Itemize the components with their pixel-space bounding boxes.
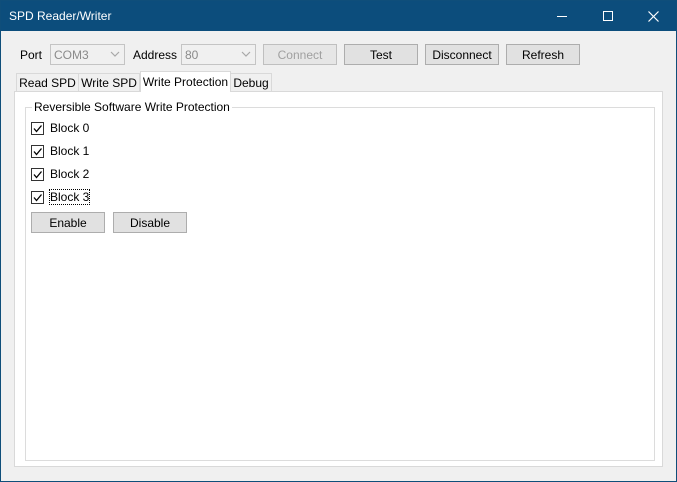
app-window: SPD Reader/Writer Port COM3 Address 80 C… (0, 0, 677, 482)
close-button[interactable] (630, 1, 676, 31)
connect-button[interactable]: Connect (263, 44, 337, 65)
chevron-down-icon (110, 51, 120, 57)
checkmark-icon (33, 124, 42, 133)
checkbox-box (31, 167, 44, 181)
block-0-label: Block 0 (50, 121, 90, 135)
port-select[interactable]: COM3 (50, 44, 125, 65)
disable-button[interactable]: Disable (113, 212, 187, 233)
checkbox-box (31, 144, 44, 158)
refresh-button[interactable]: Refresh (506, 44, 580, 65)
block-1-checkbox[interactable]: Block 1 (31, 143, 89, 159)
block-1-label: Block 1 (50, 144, 90, 158)
write-protection-tab-page: Reversible Software Write Protection Blo… (14, 91, 663, 467)
chevron-down-icon (241, 51, 251, 57)
tab-read-spd[interactable]: Read SPD (16, 73, 79, 91)
minimize-button[interactable] (539, 1, 585, 31)
block-2-label: Block 2 (50, 167, 90, 181)
block-3-checkbox[interactable]: Block 3 (31, 189, 91, 205)
title-bar[interactable]: SPD Reader/Writer (1, 1, 676, 31)
block-0-checkbox[interactable]: Block 0 (31, 120, 89, 136)
tab-write-spd[interactable]: Write SPD (78, 73, 140, 91)
block-3-label: Block 3 (48, 189, 91, 205)
port-value: COM3 (54, 48, 89, 62)
checkbox-box (31, 190, 44, 204)
groupbox-title: Reversible Software Write Protection (32, 100, 232, 114)
enable-button[interactable]: Enable (31, 212, 105, 233)
write-protection-groupbox: Reversible Software Write Protection Blo… (25, 100, 655, 461)
minimize-icon (557, 16, 567, 17)
close-icon (647, 10, 659, 22)
checkmark-icon (33, 170, 42, 179)
checkbox-box (31, 121, 44, 135)
block-2-checkbox[interactable]: Block 2 (31, 166, 89, 182)
test-button[interactable]: Test (344, 44, 418, 65)
address-label: Address (133, 48, 178, 62)
disconnect-button[interactable]: Disconnect (425, 44, 499, 65)
checkmark-icon (33, 147, 42, 156)
window-title: SPD Reader/Writer (9, 9, 112, 23)
checkmark-icon (33, 193, 42, 202)
address-select[interactable]: 80 (181, 44, 256, 65)
maximize-button[interactable] (585, 1, 631, 31)
address-value: 80 (185, 48, 199, 62)
tab-write-protection[interactable]: Write Protection (140, 71, 231, 92)
tab-debug[interactable]: Debug (230, 73, 272, 91)
port-label: Port (20, 48, 43, 62)
maximize-icon (603, 11, 613, 21)
